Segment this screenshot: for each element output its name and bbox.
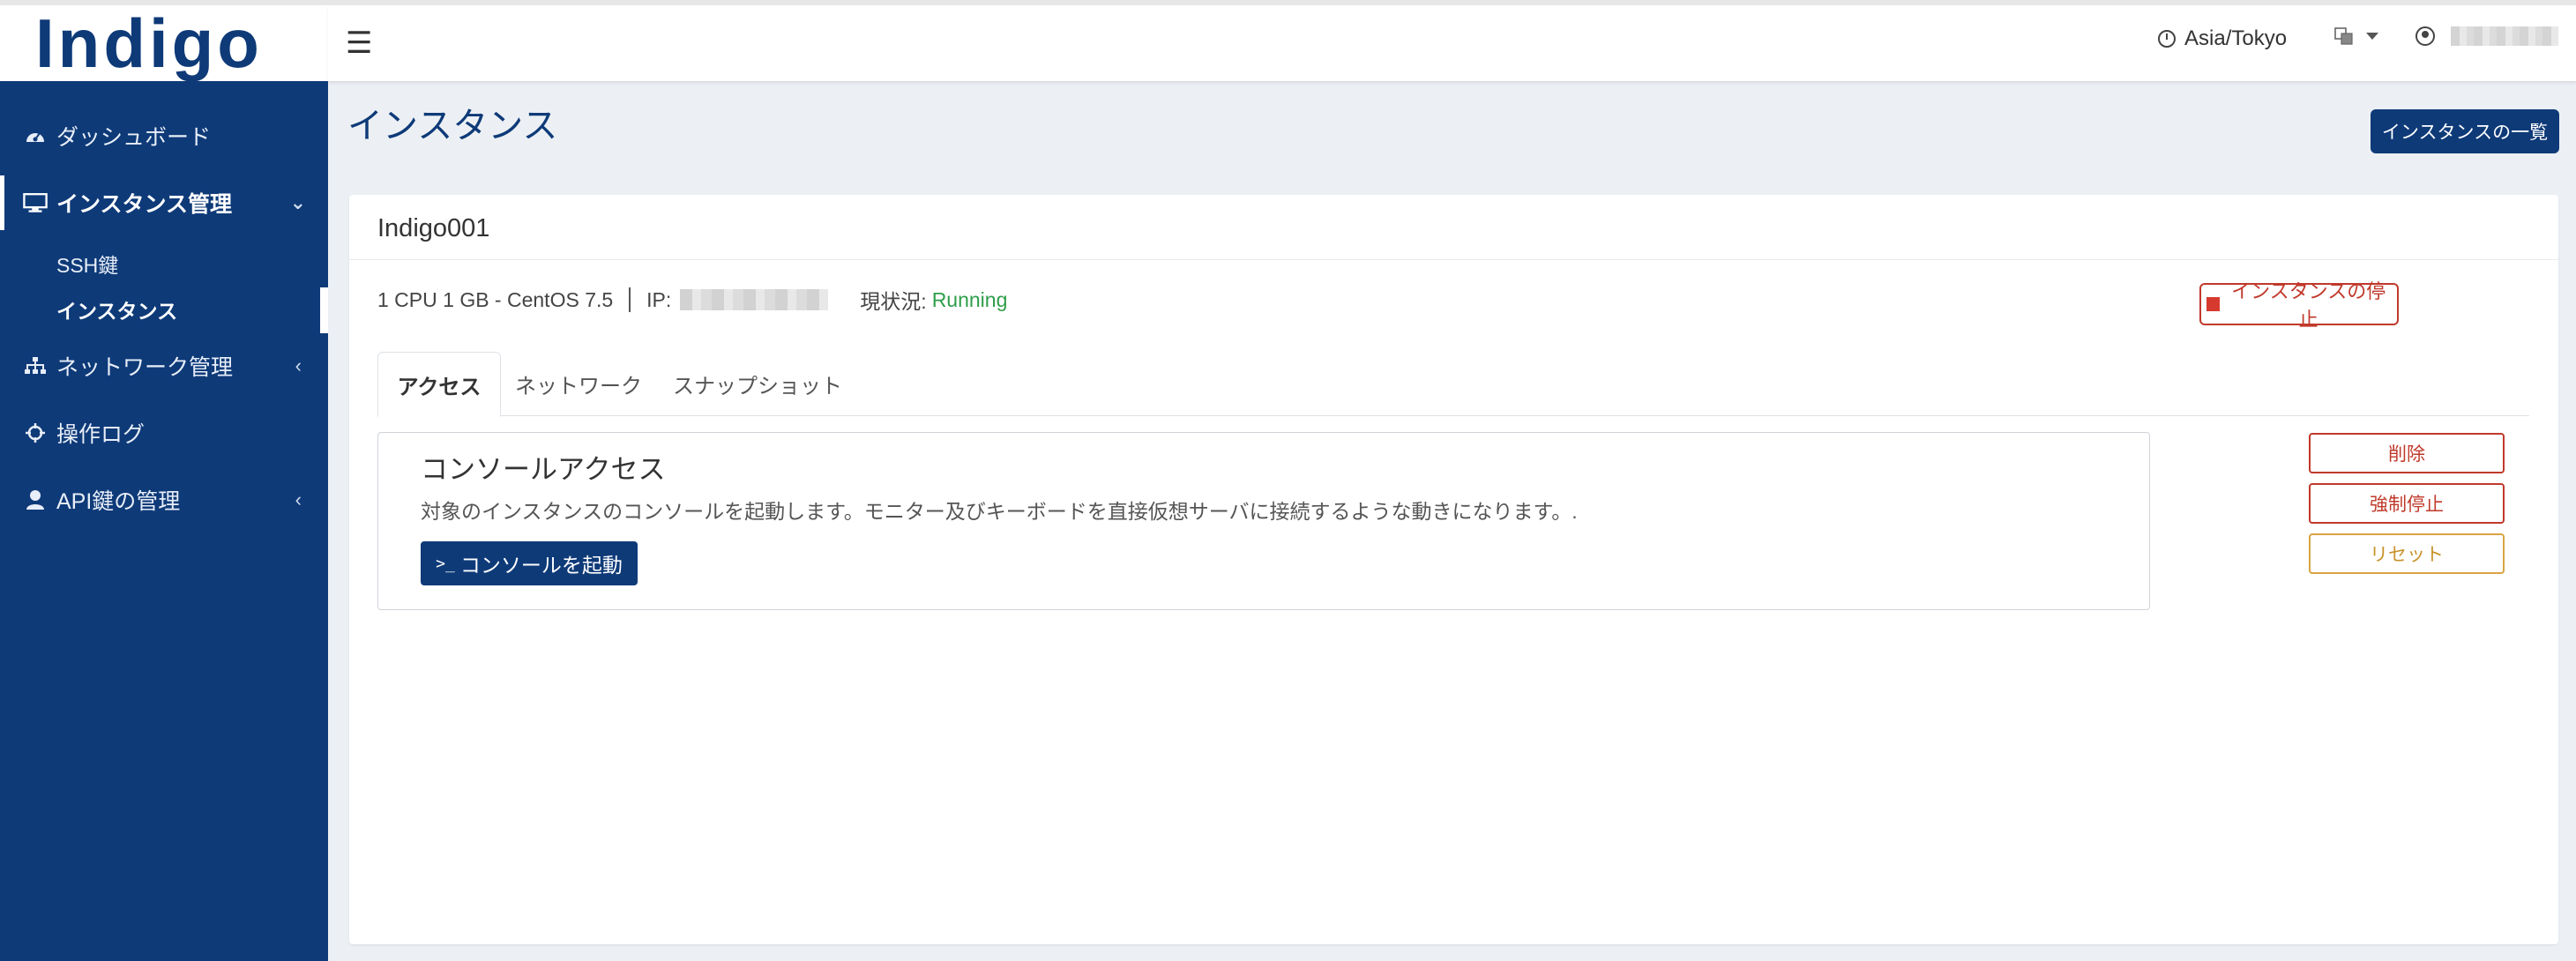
instance-card: Indigo001 1 CPU 1 GB - CentOS 7.5 IP: 現状… xyxy=(349,195,2558,944)
instance-name: Indigo001 xyxy=(377,214,490,242)
sidebar-subitem-ssh-keys[interactable]: SSH鍵 xyxy=(56,249,118,279)
logo-area[interactable]: Indigo xyxy=(0,5,328,81)
active-item-marker xyxy=(320,287,328,333)
logo: Indigo xyxy=(35,4,263,82)
console-access-title: コンソールアクセス xyxy=(421,454,666,485)
divider xyxy=(349,259,2558,260)
terminal-icon: >_ xyxy=(436,554,455,573)
user-menu[interactable] xyxy=(2415,26,2558,46)
sidebar-item-label: 操作ログ xyxy=(56,422,146,447)
tab-access[interactable]: アクセス xyxy=(377,352,501,417)
force-stop-button[interactable]: 強制停止 xyxy=(2309,483,2505,524)
instance-info: 1 CPU 1 GB - CentOS 7.5 IP: 現状況: Running xyxy=(377,285,1007,315)
crosshair-icon xyxy=(23,422,48,443)
chevron-down-icon xyxy=(2366,33,2378,40)
sidebar-item-operation-log[interactable]: 操作ログ xyxy=(0,406,328,460)
top-navbar: ☰ Asia/Tokyo xyxy=(328,5,2576,82)
page-title: インスタンス xyxy=(347,107,558,145)
ip-label: IP: xyxy=(646,287,672,311)
delete-button[interactable]: 削除 xyxy=(2309,433,2505,473)
ip-address-redacted xyxy=(680,289,829,310)
sidebar-item-instance-management[interactable]: インスタンス管理 ⌄ xyxy=(0,175,332,230)
tab-network[interactable]: ネットワーク xyxy=(501,352,656,415)
console-access-panel: コンソールアクセス 対象のインスタンスのコンソールを起動します。モニター及びキー… xyxy=(377,432,2150,610)
language-selector[interactable] xyxy=(2334,26,2378,46)
sidebar-item-dashboard[interactable]: ダッシュボード xyxy=(0,108,328,163)
sidebar-item-api-keys[interactable]: API鍵の管理 ‹ xyxy=(0,473,328,527)
sidebar: ダッシュボード インスタンス管理 ⌄ SSH鍵 インスタンス ネットワーク管理 … xyxy=(0,81,328,961)
separator xyxy=(629,287,631,312)
sidebar-item-label: ダッシュボード xyxy=(56,125,212,150)
stop-instance-button[interactable]: インスタンスの停止 xyxy=(2199,280,2399,331)
sidebar-item-label: API鍵の管理 xyxy=(56,489,181,514)
stop-instance-label: インスタンスの停止 xyxy=(2231,280,2386,331)
instance-list-button[interactable]: インスタンスの一覧 xyxy=(2371,109,2559,153)
user-circle-icon xyxy=(2415,26,2435,46)
sidebar-item-label: インスタンス管理 xyxy=(56,192,233,217)
status-value: Running xyxy=(931,287,1008,311)
user-icon xyxy=(23,489,48,510)
reset-button[interactable]: リセット xyxy=(2309,533,2505,574)
timezone-indicator: Asia/Tokyo xyxy=(2158,26,2287,51)
network-icon xyxy=(23,356,48,376)
sidebar-item-label: ネットワーク管理 xyxy=(56,355,234,380)
dashboard-icon xyxy=(23,126,48,145)
chevron-left-icon: ‹ xyxy=(295,354,302,376)
tab-snapshot[interactable]: スナップショット xyxy=(658,352,857,415)
status-label: 現状況: xyxy=(860,290,927,313)
chevron-down-icon: ⌄ xyxy=(289,191,306,213)
sidebar-subitem-instances[interactable]: インスタンス xyxy=(56,294,177,324)
sidebar-item-network-management[interactable]: ネットワーク管理 ‹ xyxy=(0,339,328,393)
clock-icon xyxy=(2158,30,2176,48)
timezone-label: Asia/Tokyo xyxy=(2184,26,2288,50)
hamburger-menu-icon[interactable]: ☰ xyxy=(346,28,372,58)
username-redacted xyxy=(2451,26,2558,46)
instance-spec: 1 CPU 1 GB - CentOS 7.5 xyxy=(377,287,614,311)
instance-tabs: アクセス ネットワーク スナップショット xyxy=(377,352,2529,417)
console-access-description: 対象のインスタンスのコンソールを起動します。モニター及びキーボードを直接仮想サー… xyxy=(421,500,1578,523)
stop-icon xyxy=(2206,297,2221,311)
chevron-left-icon: ‹ xyxy=(295,488,302,510)
launch-console-button[interactable]: >_ コンソールを起動 xyxy=(421,541,638,585)
desktop-icon xyxy=(23,192,48,213)
translate-icon xyxy=(2334,27,2353,45)
launch-console-label: コンソールを起動 xyxy=(459,554,623,577)
